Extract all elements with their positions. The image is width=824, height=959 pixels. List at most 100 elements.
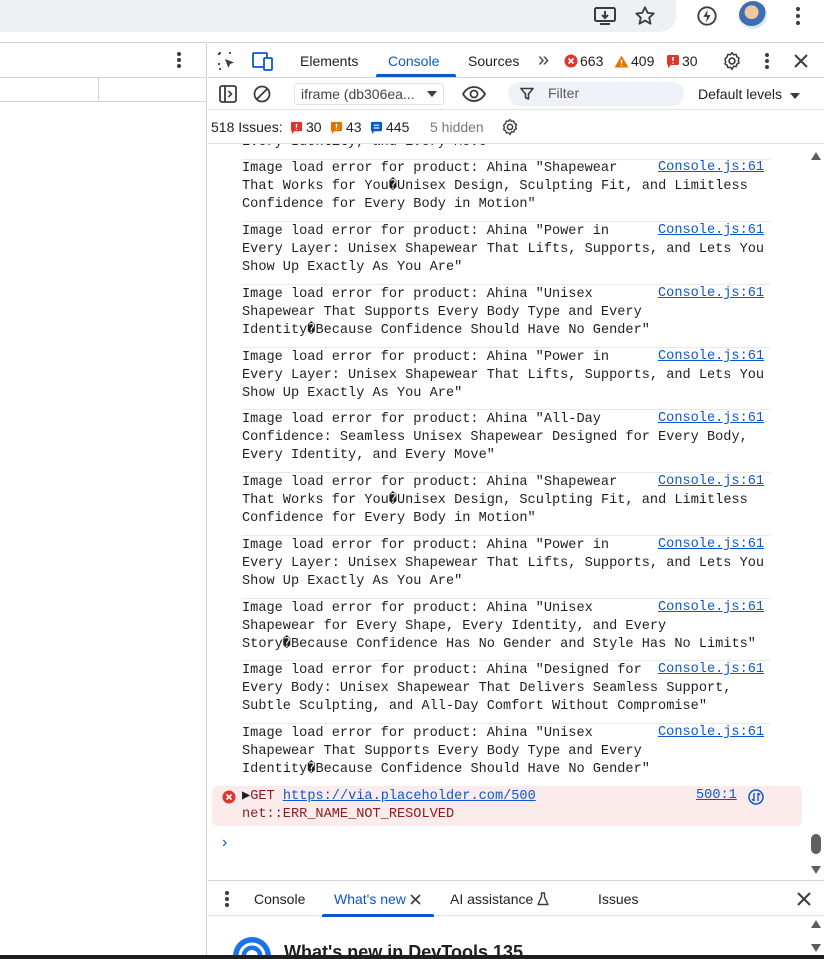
issues-bar: 518 Issues: 30 43 445 5 hidden	[208, 110, 824, 144]
flask-icon	[537, 892, 549, 906]
console-source-link[interactable]: Console.js:61	[658, 474, 764, 489]
device-toolbar-icon[interactable]	[252, 50, 274, 72]
console-prompt-chevron-icon[interactable]: ›	[222, 834, 227, 852]
console-error-row[interactable]: ▶GET https://via.placeholder.com/500 net…	[212, 786, 802, 826]
issues-warning-count[interactable]: 43	[330, 119, 362, 135]
drawer-menu-icon[interactable]	[222, 889, 232, 909]
drawer-tab-console-label: Console	[254, 891, 306, 907]
drawer-tab-ai-label: AI assistance	[450, 891, 534, 907]
drawer-scroll-down-arrow-icon[interactable]	[811, 944, 821, 952]
error-source-link[interactable]: 500:1	[696, 788, 737, 803]
issues-settings-gear-icon[interactable]	[500, 117, 520, 137]
scroll-up-arrow-icon[interactable]	[811, 152, 821, 160]
active-tab-indicator	[376, 74, 456, 77]
console-source-link[interactable]: Console.js:61	[658, 223, 764, 238]
chevron-down-icon	[427, 91, 437, 97]
error-icon	[564, 54, 578, 68]
console-source-link[interactable]: Console.js:61	[658, 537, 764, 552]
expand-triangle-icon[interactable]: ▶	[242, 789, 250, 804]
whats-new-panel: What's new in DevTools 135	[208, 916, 824, 959]
filter-funnel-icon	[520, 87, 534, 100]
page-pane-subheader	[0, 78, 206, 102]
browser-menu-icon[interactable]	[784, 2, 812, 30]
more-tabs-chevron-icon[interactable]: »	[538, 49, 549, 72]
issues-error-count[interactable]: 30	[290, 119, 322, 135]
kebab-menu-icon[interactable]	[170, 51, 188, 69]
error-icon	[222, 790, 236, 804]
warning-count[interactable]: 409	[614, 53, 654, 69]
sidebar-toggle-icon[interactable]	[218, 84, 238, 104]
warning-count-value: 409	[631, 53, 655, 69]
tab-console[interactable]: Console	[388, 53, 439, 69]
address-bar-area	[0, 0, 676, 32]
error-count-value: 663	[580, 53, 604, 69]
console-scroll-thumb[interactable]	[811, 834, 821, 854]
profile-avatar[interactable]	[739, 1, 767, 29]
page-pane	[0, 42, 207, 959]
live-expression-eye-icon[interactable]	[462, 83, 486, 105]
console-source-link[interactable]: Console.js:61	[658, 725, 764, 740]
console-message-clipped: Every Identity, and Every Move"	[242, 144, 770, 152]
filter-input[interactable]: Filter	[508, 82, 684, 106]
issues-hidden[interactable]: 5 hidden	[430, 119, 484, 135]
bookmark-star-icon[interactable]	[631, 2, 659, 30]
page-pane-header	[0, 42, 206, 78]
issues-info-count[interactable]: 445	[370, 119, 409, 135]
close-tab-icon[interactable]	[410, 893, 421, 905]
warning-icon	[614, 55, 629, 67]
console-source-link[interactable]: Console.js:61	[658, 662, 764, 677]
log-levels-label: Default levels	[698, 86, 783, 102]
drawer-tab-whats-new[interactable]: What's new	[334, 891, 421, 907]
tab-elements[interactable]: Elements	[300, 53, 358, 69]
clear-console-icon[interactable]	[252, 84, 272, 104]
console-source-link[interactable]: Console.js:61	[658, 349, 764, 364]
close-devtools-icon[interactable]	[792, 52, 810, 70]
error-message: ▶GET https://via.placeholder.com/500 net…	[242, 788, 536, 824]
browser-toolbar	[0, 0, 824, 42]
issues-warning-value: 43	[346, 119, 362, 135]
install-app-icon[interactable]	[591, 2, 619, 30]
drawer-scroll-up-arrow-icon[interactable]	[811, 920, 821, 928]
chevron-down-icon	[789, 93, 800, 99]
console-source-link[interactable]: Console.js:61	[658, 160, 764, 175]
filter-placeholder: Filter	[548, 85, 580, 101]
error-count[interactable]: 663	[564, 53, 603, 69]
scroll-down-arrow-icon[interactable]	[811, 866, 821, 874]
devtools-menu-icon[interactable]	[760, 51, 774, 71]
issues-label: 518 Issues:	[211, 119, 283, 135]
error-method: GET	[250, 789, 275, 804]
console-source-link[interactable]: Console.js:61	[658, 411, 764, 426]
network-request-icon[interactable]	[748, 789, 764, 805]
devtools-tab-bar: Elements Console Sources » 663 409 30	[208, 42, 824, 78]
log-levels-dropdown[interactable]: Default levels	[698, 86, 800, 102]
drawer-tab-issues[interactable]: Issues	[598, 891, 638, 907]
console-toolbar: iframe (db306ea... Filter Default levels	[208, 78, 824, 110]
console-source-link[interactable]: Console.js:61	[658, 600, 764, 615]
inspect-element-icon[interactable]	[216, 50, 238, 72]
issues-info-value: 445	[386, 119, 410, 135]
tab-sources[interactable]: Sources	[468, 53, 519, 69]
drawer-tab-issues-label: Issues	[598, 891, 639, 907]
context-select[interactable]: iframe (db306ea...	[294, 83, 444, 105]
performance-icon[interactable]	[693, 2, 721, 30]
console-scrollbar[interactable]	[808, 144, 824, 880]
issue-warning-icon	[330, 121, 343, 134]
issue-count-value: 30	[682, 53, 698, 69]
drawer-tab-bar: Console What's new AI assistance Issues	[208, 880, 824, 917]
console-source-link[interactable]: Console.js:61	[658, 286, 764, 301]
drawer-tab-whats-new-label: What's new	[334, 891, 406, 907]
devtools-panel: Elements Console Sources » 663 409 30 if…	[208, 42, 824, 959]
context-select-value: iframe (db306ea...	[301, 86, 415, 102]
settings-gear-icon[interactable]	[721, 50, 743, 72]
console-messages: Every Identity, and Every Move" Image lo…	[208, 144, 808, 880]
issue-flag-icon	[667, 55, 679, 68]
drawer-tab-ai-assistance[interactable]: AI assistance	[450, 891, 549, 907]
issue-info-icon	[370, 121, 383, 134]
taskbar-edge	[0, 955, 824, 959]
issue-count[interactable]: 30	[666, 53, 698, 69]
drawer-tab-console[interactable]: Console	[254, 891, 305, 907]
error-detail: net::ERR_NAME_NOT_RESOLVED	[242, 807, 455, 822]
close-drawer-icon[interactable]	[796, 891, 812, 907]
issue-flag-icon	[290, 121, 303, 134]
error-url-link[interactable]: https://via.placeholder.com/500	[283, 789, 536, 804]
